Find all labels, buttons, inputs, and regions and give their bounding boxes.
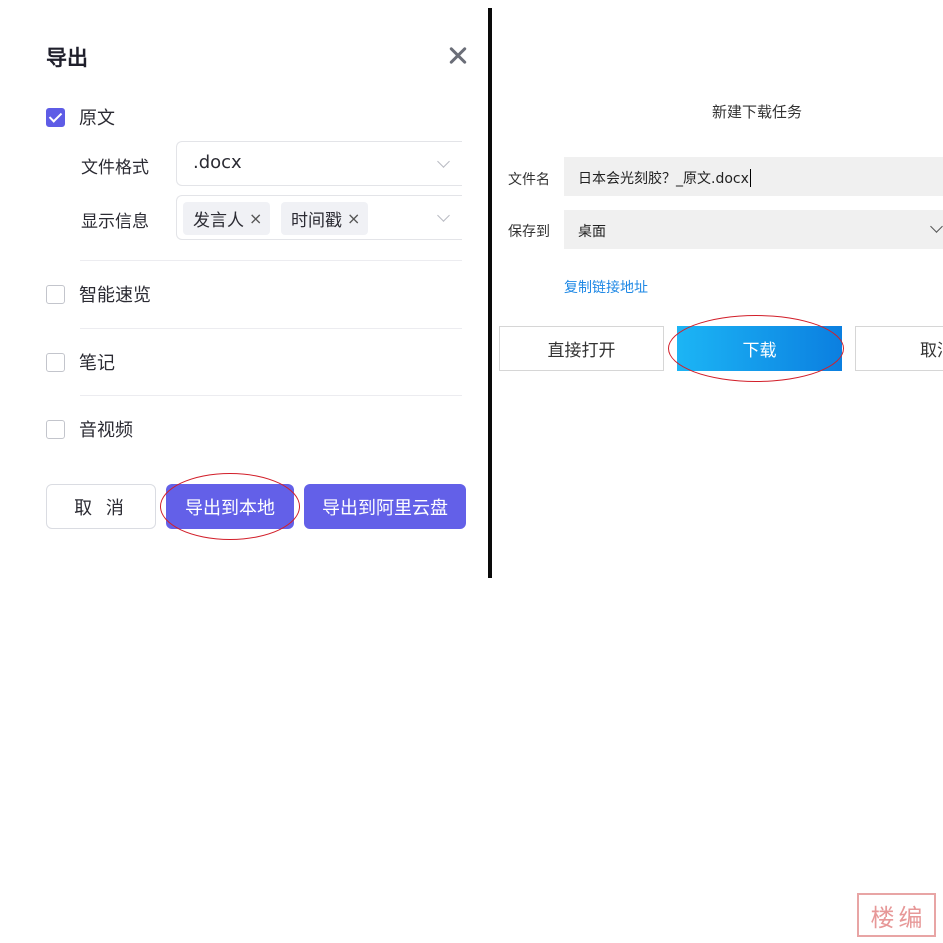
save-to-label: 保存到 xyxy=(508,224,550,240)
filename-value: 日本会光刻胶？_原文.docx xyxy=(578,171,749,187)
cancel-button[interactable]: 取 消 xyxy=(46,484,156,529)
divider xyxy=(80,328,462,329)
file-format-label: 文件格式 xyxy=(81,158,149,178)
tag-timestamp-label: 时间戳 xyxy=(291,211,342,231)
export-local-button[interactable]: 导出到本地 xyxy=(166,484,294,529)
open-directly-button[interactable]: 直接打开 xyxy=(499,326,664,371)
download-button[interactable]: 下载 xyxy=(677,326,842,371)
chevron-down-icon xyxy=(437,209,450,222)
file-format-value: .docx xyxy=(193,152,242,173)
filename-input[interactable]: 日本会光刻胶？_原文.docx xyxy=(564,157,943,196)
copy-link-address[interactable]: 复制链接地址 xyxy=(564,277,648,297)
tag-speaker-label: 发言人 xyxy=(193,211,244,231)
option-notes[interactable]: 笔记 xyxy=(46,351,115,374)
option-audio-video[interactable]: 音视频 xyxy=(46,418,133,441)
checkbox-original[interactable] xyxy=(46,107,65,127)
tag-speaker: 发言人 × xyxy=(183,202,271,235)
tag-remove-icon[interactable]: × xyxy=(249,209,262,228)
text-caret xyxy=(749,169,751,187)
export-aliyun-button[interactable]: 导出到阿里云盘 xyxy=(304,484,466,529)
option-smart-overview[interactable]: 智能速览 xyxy=(46,283,151,306)
option-original-label: 原文 xyxy=(79,108,115,129)
filename-label: 文件名 xyxy=(508,172,550,188)
tag-remove-icon[interactable]: × xyxy=(347,209,360,228)
watermark-stamp: 楼编 xyxy=(857,893,936,937)
divider xyxy=(80,395,462,396)
option-smart-overview-label: 智能速览 xyxy=(79,285,151,306)
cancel-download-button[interactable]: 取消 xyxy=(855,326,943,371)
file-format-select[interactable]: .docx xyxy=(176,141,462,186)
save-to-select[interactable]: 桌面 xyxy=(564,210,943,249)
close-icon[interactable] xyxy=(446,43,470,67)
save-to-value: 桌面 xyxy=(578,224,606,240)
watermark-glyph: 编 xyxy=(898,903,923,932)
checkbox-smart-overview[interactable] xyxy=(46,284,65,304)
checkbox-notes[interactable] xyxy=(46,352,65,372)
display-info-label: 显示信息 xyxy=(81,212,149,232)
checkbox-audio-video[interactable] xyxy=(46,419,65,439)
download-dialog: 新建下载任务 文件名 日本会光刻胶？_原文.docx 保存到 桌面 复制链接地址… xyxy=(492,0,943,578)
watermark-glyph: 楼 xyxy=(870,903,895,932)
export-dialog: 导出 原文 文件格式 .docx 显示信息 发言人 × 时间戳 × 智能速览 笔… xyxy=(0,0,490,578)
divider xyxy=(80,260,462,261)
option-original[interactable]: 原文 xyxy=(46,106,115,129)
tag-timestamp: 时间戳 × xyxy=(281,202,369,235)
chevron-down-icon xyxy=(930,220,943,233)
chevron-down-icon xyxy=(437,155,450,168)
option-notes-label: 笔记 xyxy=(79,353,115,374)
display-info-select[interactable]: 发言人 × 时间戳 × xyxy=(176,195,462,240)
dialog-title: 导出 xyxy=(46,46,88,70)
download-dialog-title: 新建下载任务 xyxy=(712,103,803,121)
option-audio-video-label: 音视频 xyxy=(79,420,133,441)
